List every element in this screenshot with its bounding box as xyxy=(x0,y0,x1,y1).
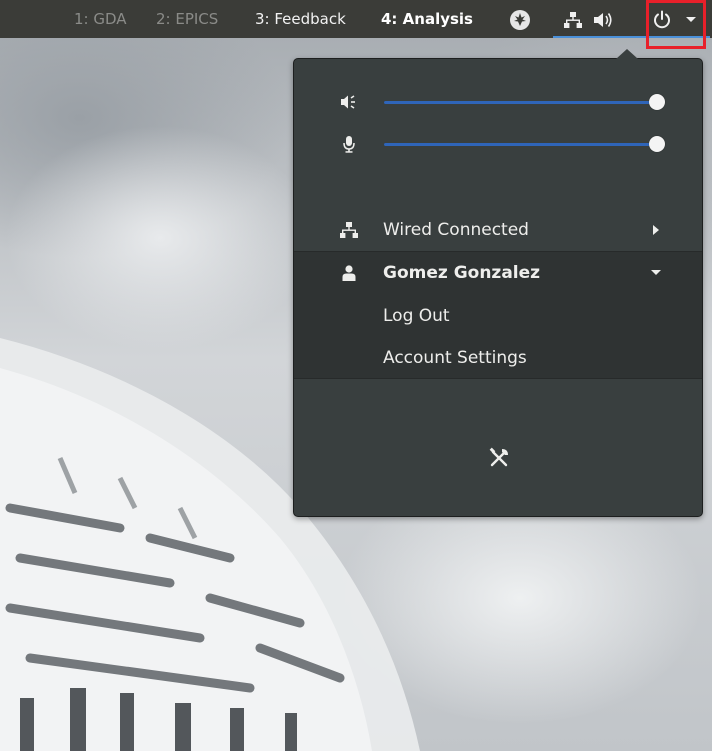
wired-connection-item[interactable]: Wired Connected xyxy=(294,209,702,251)
menu-pointer-arrow xyxy=(616,49,638,59)
microphone-slider[interactable] xyxy=(384,136,665,152)
top-bar: 1: GDA 2: EPICS 3: Feedback 4: Analysis xyxy=(0,0,712,38)
person-icon xyxy=(339,263,359,283)
workspace-1-button[interactable]: 1: GDA xyxy=(74,10,127,28)
network-icon xyxy=(561,8,585,32)
microphone-icon xyxy=(339,134,359,154)
log-out-label: Log Out xyxy=(383,306,450,326)
speaker-icon xyxy=(339,92,359,112)
volume-slider-fill xyxy=(384,101,657,104)
workspace-4-button[interactable]: 4: Analysis xyxy=(381,10,473,28)
workspace-3-button[interactable]: 3: Feedback xyxy=(255,10,346,28)
system-menu: Wired Connected Gomez Gonzalez Log Out A… xyxy=(293,49,703,517)
leaf-icon[interactable] xyxy=(508,8,532,32)
microphone-slider-fill xyxy=(384,143,657,146)
user-section: Gomez Gonzalez Log Out Account Settings xyxy=(294,251,702,379)
account-settings-label: Account Settings xyxy=(383,348,527,368)
account-settings-item[interactable]: Account Settings xyxy=(294,337,702,379)
volume-slider-row xyxy=(294,87,702,117)
wired-connection-label: Wired Connected xyxy=(383,220,529,240)
microphone-slider-row xyxy=(294,129,702,159)
user-menu-item[interactable]: Gomez Gonzalez xyxy=(294,252,702,294)
settings-tools-icon xyxy=(488,447,510,473)
microphone-slider-handle[interactable] xyxy=(649,136,665,152)
volume-slider[interactable] xyxy=(384,94,665,110)
network-icon xyxy=(339,220,359,240)
chevron-right-icon xyxy=(650,223,662,237)
workspace-2-button[interactable]: 2: EPICS xyxy=(156,10,218,28)
volume-slider-handle[interactable] xyxy=(649,94,665,110)
log-out-item[interactable]: Log Out xyxy=(294,295,702,337)
volume-icon xyxy=(591,8,615,32)
highlight-annotation xyxy=(646,0,706,49)
settings-button[interactable] xyxy=(478,439,520,481)
user-name-label: Gomez Gonzalez xyxy=(383,263,541,283)
chevron-down-icon xyxy=(650,266,662,280)
